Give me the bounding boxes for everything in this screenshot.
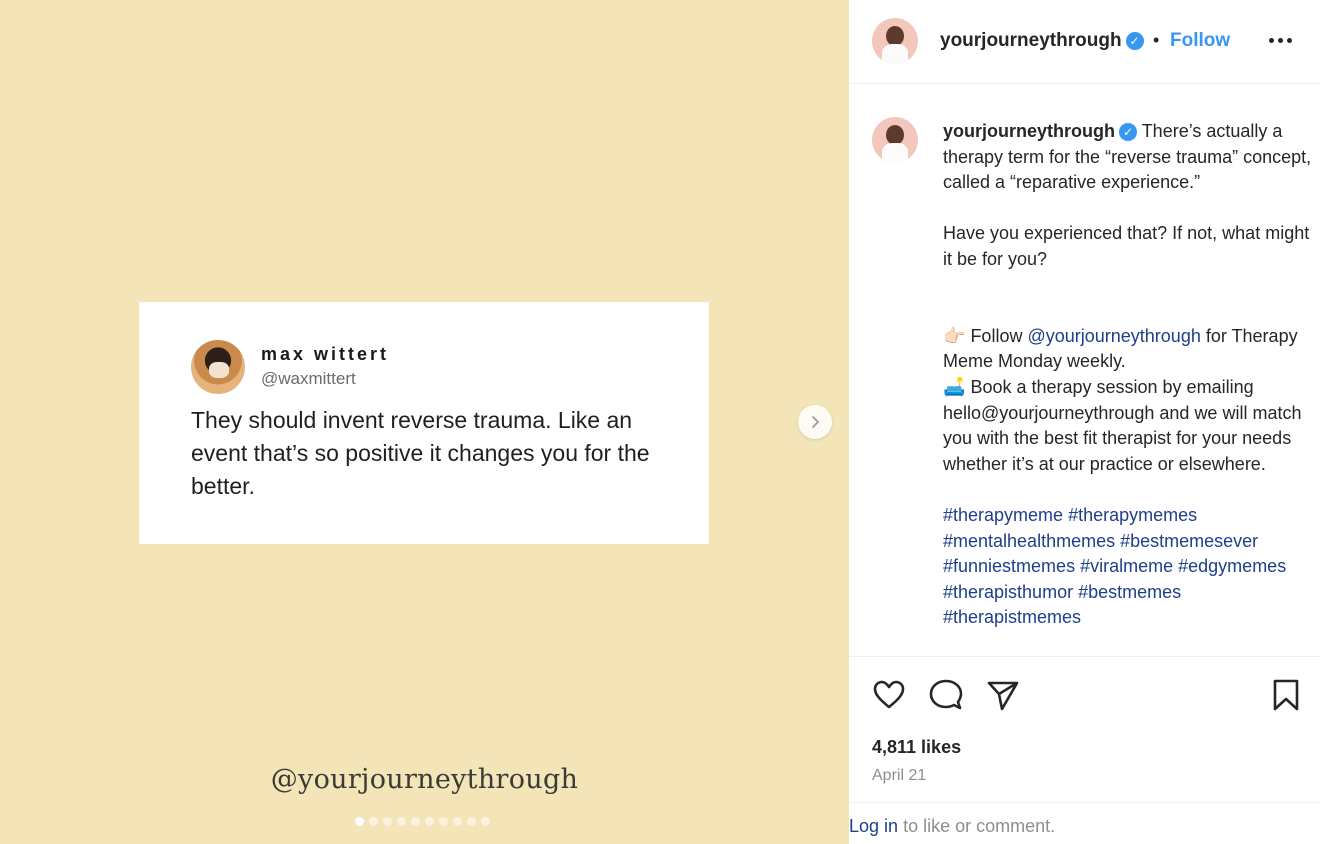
slide-dot: [369, 817, 378, 826]
header-username[interactable]: yourjourneythrough ✓: [940, 30, 1144, 52]
more-horizontal-icon[interactable]: [1269, 38, 1292, 43]
slide-dot: [467, 817, 476, 826]
tweet-text: They should invent reverse trauma. Like …: [191, 407, 650, 499]
caption-book-line: 🛋️ Book a therapy session by emailing he…: [943, 375, 1313, 477]
heart-icon[interactable]: [871, 677, 907, 713]
hashtag-link[interactable]: #mentalhealthmemes: [943, 531, 1115, 551]
hashtag-list: #therapymeme #therapymemes #mentalhealth…: [943, 503, 1313, 631]
post-sidebar: yourjourneythrough ✓ • Follow yourjourney…: [849, 0, 1320, 844]
caption-spacer: [943, 298, 1313, 324]
tweet-author-handle: @waxmittert: [261, 369, 356, 388]
avatar[interactable]: [872, 18, 918, 64]
pointing-hand-icon: 👉🏻: [943, 325, 966, 346]
header-username-text[interactable]: yourjourneythrough: [940, 30, 1122, 51]
slide-dot: [383, 817, 392, 826]
caption-spacer: [943, 477, 1313, 503]
tweet-card: max wittert @waxmittert They should inve…: [139, 302, 709, 544]
caption-avatar[interactable]: [872, 117, 918, 163]
slide-indicator: [355, 817, 490, 826]
post-date[interactable]: April 21: [872, 767, 926, 785]
hashtag-link[interactable]: #therapisthumor: [943, 582, 1073, 602]
post-actions: 4,811 likes April 21: [849, 656, 1320, 802]
header-separator: •: [1153, 30, 1160, 50]
login-text: to like or comment.: [903, 816, 1056, 836]
follow-prefix: Follow: [970, 325, 1023, 346]
hashtag-link[interactable]: #edgymemes: [1178, 556, 1286, 576]
slide-dot: [453, 817, 462, 826]
post-media: max wittert @waxmittert They should inve…: [0, 0, 849, 844]
bookmark-icon[interactable]: [1268, 677, 1304, 713]
follow-button[interactable]: Follow: [1170, 30, 1230, 52]
hashtag-link[interactable]: #bestmemes: [1078, 582, 1181, 602]
slide-dot: [411, 817, 420, 826]
caption-username[interactable]: yourjourneythrough: [943, 121, 1115, 141]
slide-dot: [397, 817, 406, 826]
caption-spacer: [943, 196, 1313, 222]
slide-dot: [355, 817, 364, 826]
slide-dot: [425, 817, 434, 826]
next-slide-button[interactable]: [798, 405, 832, 439]
login-prompt: Log in to like or comment.: [849, 802, 1320, 844]
book-text: Book a therapy session by emailing hello…: [943, 376, 1302, 474]
caption-line2: Have you experienced that? If not, what …: [943, 223, 1310, 269]
tweet-avatar: [191, 340, 245, 394]
slide-dot: [439, 817, 448, 826]
hashtag-link[interactable]: #therapymemes: [1068, 505, 1197, 525]
media-watermark: @yourjourneythrough: [270, 764, 579, 795]
hashtag-link[interactable]: #bestmemesever: [1120, 531, 1258, 551]
login-link[interactable]: Log in: [849, 816, 898, 836]
mention-link[interactable]: @yourjourneythrough: [1027, 326, 1200, 346]
like-count[interactable]: 4,811 likes: [872, 737, 961, 758]
caption-first-paragraph: yourjourneythrough ✓ There’s actually a t…: [943, 119, 1313, 196]
share-icon[interactable]: [985, 677, 1021, 713]
hashtag-link[interactable]: #funniestmemes: [943, 556, 1075, 576]
chevron-right-icon: [812, 416, 819, 428]
post-header: yourjourneythrough ✓ • Follow: [849, 0, 1320, 84]
verified-badge-icon: ✓: [1119, 123, 1137, 141]
couch-icon: 🛋️: [943, 376, 966, 397]
caption-spacer: [943, 273, 1313, 299]
comment-icon[interactable]: [928, 677, 964, 713]
tweet-author-name: max wittert: [261, 344, 390, 364]
post-caption: yourjourneythrough ✓ There’s actually a t…: [943, 119, 1313, 631]
hashtag-link[interactable]: #therapymeme: [943, 505, 1063, 525]
verified-badge-icon: ✓: [1125, 32, 1144, 50]
caption-follow-line: 👉🏻 Follow @yourjourneythrough for Therap…: [943, 324, 1313, 375]
hashtag-link[interactable]: #viralmeme: [1080, 556, 1173, 576]
hashtag-link[interactable]: #therapistmemes: [943, 607, 1081, 627]
slide-dot: [481, 817, 490, 826]
